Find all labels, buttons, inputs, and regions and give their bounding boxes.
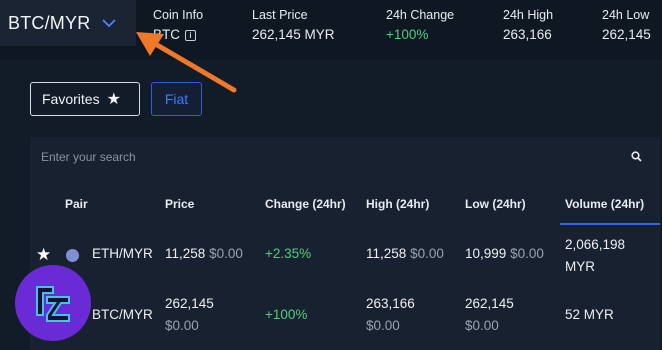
stat-value: 263,166	[503, 27, 552, 42]
search-bar	[30, 137, 660, 177]
column-header-price[interactable]: Price	[165, 197, 194, 211]
stat-value: 262,145	[602, 27, 651, 42]
search-input[interactable]	[30, 150, 610, 164]
change-cell: +100%	[265, 307, 308, 322]
stat-coin-info: Coin Info BTC i	[153, 8, 203, 42]
fiat-tab[interactable]: Fiat	[151, 82, 202, 116]
favorite-star-icon[interactable]: ★	[36, 245, 51, 265]
favorites-button[interactable]: Favorites ★	[30, 82, 140, 116]
markets-panel: Favorites ★ Fiat Pair Price Change (24hr…	[0, 60, 662, 350]
stat-value: BTC	[153, 27, 180, 42]
volume-cell: 2,066,198	[565, 237, 626, 252]
stat-value: +100%	[386, 27, 429, 42]
volume-unit: MYR	[565, 259, 595, 274]
column-header-pair[interactable]: Pair	[65, 197, 88, 211]
info-icon[interactable]: i	[185, 30, 196, 41]
column-header-high[interactable]: High (24hr)	[366, 197, 429, 211]
high-usd: $0.00	[366, 318, 400, 333]
chevron-down-icon	[102, 19, 116, 28]
stat-label: Last Price	[252, 8, 308, 22]
stat-24h-low: 24h Low 262,145	[602, 8, 651, 42]
ticker-bar: BTC/MYR Coin Info BTC i Last Price 262,14…	[0, 0, 662, 52]
ethereum-icon	[66, 249, 79, 262]
pair-cell: BTC/MYR	[92, 307, 153, 322]
change-cell: +2.35%	[265, 246, 312, 261]
logo-mark-icon	[36, 286, 70, 322]
stat-24h-change: 24h Change +100%	[386, 8, 454, 42]
pair-selector[interactable]: BTC/MYR	[0, 0, 136, 46]
star-icon: ★	[106, 91, 121, 108]
favorites-label: Favorites	[42, 91, 100, 107]
search-icon[interactable]	[631, 151, 642, 162]
pair-selector-label: BTC/MYR	[8, 12, 91, 33]
pair-cell: ETH/MYR	[92, 246, 153, 261]
low-cell: 262,145	[465, 296, 514, 311]
column-header-change[interactable]: Change (24hr)	[265, 197, 346, 211]
stat-label: Coin Info	[153, 8, 204, 22]
active-sort-indicator	[560, 223, 660, 225]
brand-logo	[15, 265, 91, 341]
volume-cell: 52 MYR	[565, 307, 614, 322]
column-header-volume[interactable]: Volume (24hr)	[565, 197, 644, 211]
low-usd: $0.00	[510, 246, 544, 261]
stat-label: 24h Change	[386, 8, 455, 22]
price-usd: $0.00	[209, 246, 243, 261]
fiat-label: Fiat	[164, 91, 189, 107]
markets-table: Pair Price Change (24hr) High (24hr) Low…	[30, 177, 660, 350]
high-usd: $0.00	[410, 246, 444, 261]
high-cell: 11,258	[366, 246, 407, 261]
stat-24h-high: 24h High 263,166	[503, 8, 553, 42]
price-cell: 262,145	[165, 296, 214, 311]
low-cell: 10,999	[465, 246, 507, 261]
stat-value: 262,145 MYR	[252, 27, 335, 42]
price-usd: $0.00	[165, 318, 199, 333]
column-header-low[interactable]: Low (24hr)	[465, 197, 526, 211]
stat-label: 24h High	[503, 8, 554, 22]
low-usd: $0.00	[465, 318, 499, 333]
stat-last-price: Last Price 262,145 MYR	[252, 8, 335, 42]
stat-label: 24h Low	[602, 8, 650, 22]
price-cell: 11,258	[165, 246, 206, 261]
high-cell: 263,166	[366, 296, 415, 311]
